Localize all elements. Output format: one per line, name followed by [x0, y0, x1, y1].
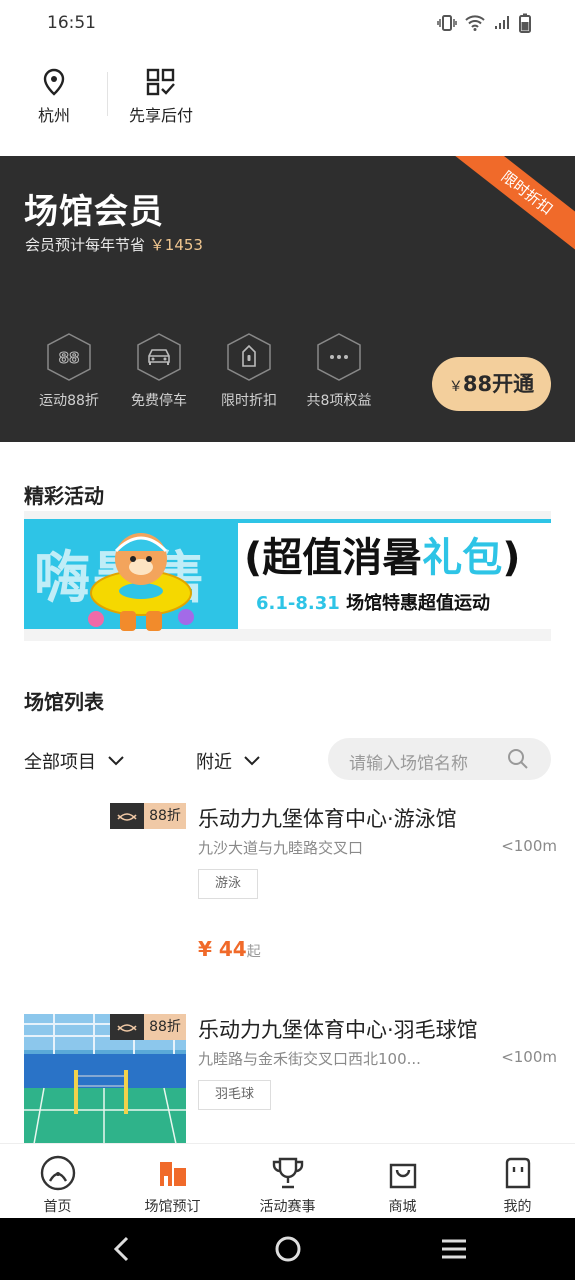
benefit-parking[interactable]: 免费停车: [114, 332, 204, 410]
nav-mall[interactable]: 商城: [345, 1144, 460, 1218]
car-icon: [137, 333, 181, 381]
topbar-divider: [107, 72, 108, 116]
nav-home[interactable]: 首页: [0, 1144, 115, 1218]
nav-events[interactable]: 活动赛事: [230, 1144, 345, 1218]
top-bar: 杭州 先享后付: [0, 48, 575, 156]
discount-ribbon: 限时折扣: [446, 156, 575, 261]
tag-icon: [227, 333, 271, 381]
membership-title: 场馆会员: [24, 192, 164, 232]
wifi-icon: [465, 15, 485, 31]
vibrate-icon: [437, 15, 457, 31]
venue-search-input[interactable]: 请输入场馆名称: [328, 738, 551, 780]
profile-icon: [505, 1157, 530, 1189]
trophy-icon: [272, 1157, 303, 1189]
venue-address: 九沙大道与九睦路交叉口: [198, 839, 364, 857]
venue-card[interactable]: 88折 乐动力九堡体育中心·游泳馆 九沙大道与九睦路交叉口 <100m 游泳 ¥…: [0, 803, 575, 973]
filter-all-projects[interactable]: 全部项目: [24, 748, 124, 774]
member-crown-icon: [110, 1014, 144, 1040]
venue-icon: [159, 1162, 186, 1186]
activities-title: 精彩活动: [24, 484, 104, 508]
88-icon: 88: [47, 333, 91, 381]
pay-later-button[interactable]: 先享后付: [122, 68, 200, 126]
qr-code-icon: [146, 68, 175, 96]
venue-name: 乐动力九堡体育中心·游泳馆: [198, 807, 457, 831]
banner-headline: (超值消暑礼包): [244, 535, 521, 581]
nav-profile[interactable]: 我的: [460, 1144, 575, 1218]
menu-icon[interactable]: [440, 1235, 468, 1263]
chevron-down-icon: [108, 756, 124, 766]
location-selector[interactable]: 杭州: [22, 68, 86, 126]
venue-list-title: 场馆列表: [24, 690, 104, 714]
pay-later-label: 先享后付: [128, 106, 193, 125]
banner-headline-panel: (超值消暑礼包) 6.1-8.31 场馆特惠超值运动: [238, 523, 551, 629]
discount-badge: 88折: [110, 1014, 186, 1040]
nav-venue-booking[interactable]: 场馆预订: [115, 1144, 230, 1218]
signal-icon: [495, 16, 509, 29]
status-bar: 16:51: [0, 0, 575, 48]
search-placeholder: 请输入场馆名称: [349, 754, 468, 774]
chevron-down-icon: [244, 756, 260, 766]
venue-name: 乐动力九堡体育中心·羽毛球馆: [198, 1018, 478, 1042]
status-time: 16:51: [47, 13, 96, 33]
bottom-nav: 首页 场馆预订 活动赛事 商城 我的: [0, 1143, 575, 1218]
back-icon[interactable]: [111, 1235, 133, 1263]
benefit-discount[interactable]: 88 运动88折: [24, 332, 114, 410]
venue-tag: 游泳: [198, 869, 259, 899]
benefits-row: 88 运动88折 免费停车 限时折扣 共8项权益: [24, 332, 384, 410]
banner-tagline: 6.1-8.31 场馆特惠超值运动: [256, 593, 491, 614]
venue-distance: <100m: [501, 1048, 557, 1066]
activity-banner[interactable]: 嗨暑售 (超值消暑礼包) 6.1-8.31 场馆特惠超值运动: [24, 511, 551, 641]
discount-badge: 88折: [110, 803, 186, 829]
mascot-illustration: [88, 533, 194, 631]
venue-distance: <100m: [501, 837, 557, 855]
open-membership-button[interactable]: ￥88开通: [432, 357, 551, 411]
benefit-more[interactable]: 共8项权益: [294, 332, 384, 410]
system-navigation-bar: [0, 1218, 575, 1280]
location-pin-icon: [43, 68, 65, 96]
svg-text:88: 88: [59, 349, 80, 367]
more-icon: [317, 333, 361, 381]
search-icon: [508, 749, 528, 769]
venue-address: 九睦路与金禾街交叉口西北100...: [198, 1050, 421, 1068]
filter-nearby[interactable]: 附近: [196, 748, 260, 774]
benefit-limited[interactable]: 限时折扣: [204, 332, 294, 410]
venue-card[interactable]: 88折 乐动力九堡体育中心·羽毛球馆 九睦路与金禾街交叉口西北100... <1…: [0, 1014, 575, 1144]
membership-saving: ￥1453: [149, 236, 203, 254]
home-circle-icon[interactable]: [274, 1235, 302, 1263]
venue-price: ¥ 44起: [198, 937, 261, 961]
venue-tag: 羽毛球: [198, 1080, 272, 1110]
membership-subtitle: 会员预计每年节省 ￥1453: [25, 236, 203, 254]
home-icon: [40, 1155, 75, 1191]
bag-icon: [389, 1163, 416, 1189]
battery-icon: [519, 13, 531, 33]
member-crown-icon: [110, 803, 144, 829]
status-icons: [437, 12, 531, 34]
membership-banner[interactable]: 场馆会员 会员预计每年节省 ￥1453 限时折扣 88 运动88折 免费停车 限…: [0, 156, 575, 442]
location-label: 杭州: [37, 106, 70, 125]
